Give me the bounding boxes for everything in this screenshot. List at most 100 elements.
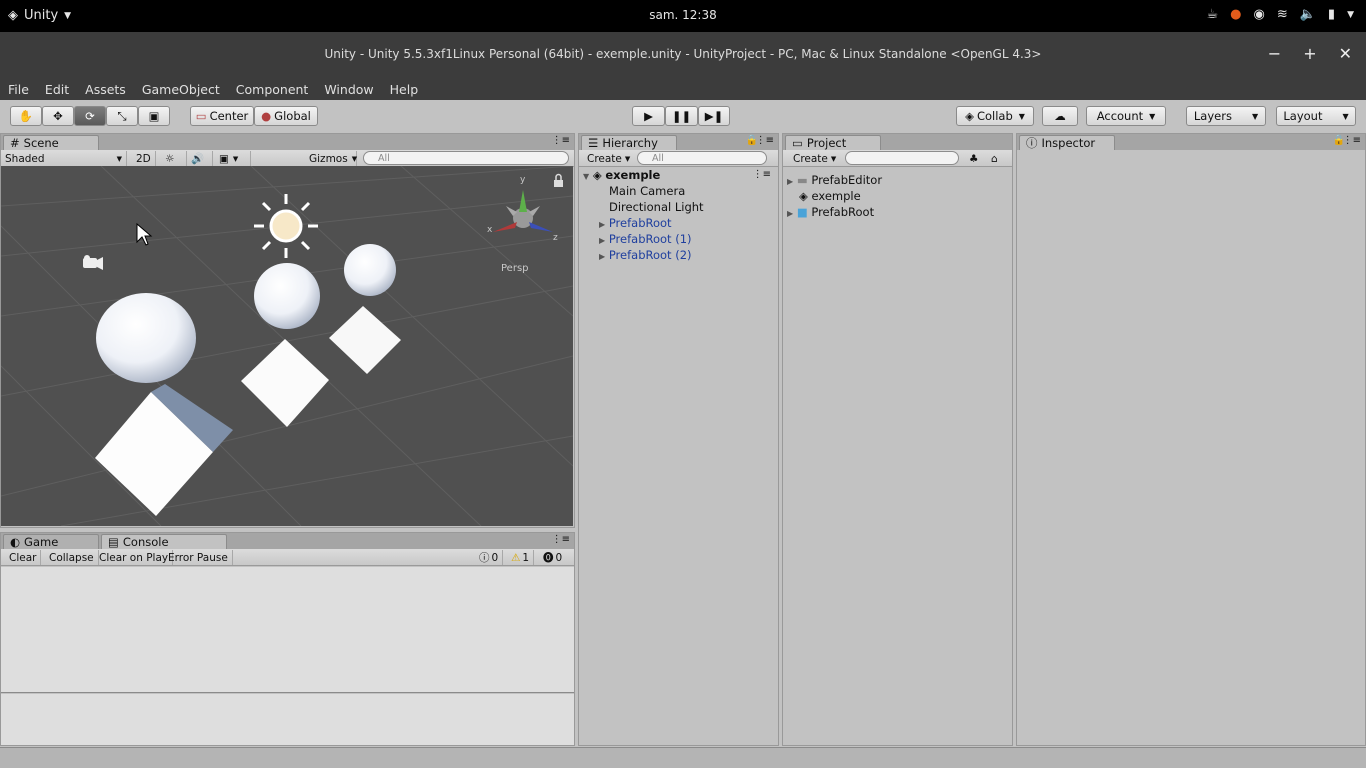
sphere-object[interactable] <box>96 293 196 383</box>
account-dropdown[interactable]: Account ▼ <box>1086 106 1166 126</box>
orientation-gizmo[interactable]: y x z Persp <box>487 175 558 274</box>
sphere-object[interactable] <box>254 263 320 329</box>
panel-menu-icon[interactable]: ⋮≡ <box>552 534 570 545</box>
console-log-area[interactable] <box>1 567 574 693</box>
expand-arrow-icon[interactable]: ▶ <box>599 236 605 245</box>
clear-button[interactable]: Clear <box>5 550 42 565</box>
clear-on-play-button[interactable]: Clear on Play <box>95 550 174 565</box>
gizmos-dropdown[interactable]: Gizmos ▼ <box>305 151 357 166</box>
record-icon[interactable]: ◉ <box>1253 7 1264 22</box>
hierarchy-create-dropdown[interactable]: Create ▼ <box>583 151 634 166</box>
filter-by-label-button[interactable]: ⌂ <box>987 151 1002 166</box>
hierarchy-item[interactable]: Directional Light <box>609 199 704 215</box>
menu-assets[interactable]: Assets <box>85 82 126 97</box>
battery-icon[interactable]: ▮ <box>1328 7 1335 22</box>
expand-arrow-icon[interactable]: ▶ <box>787 209 793 218</box>
menu-help[interactable]: Help <box>390 82 419 97</box>
tab-inspector[interactable]: ⓘ Inspector <box>1019 135 1115 150</box>
cloud-button[interactable]: ☁ <box>1042 106 1078 126</box>
tab-scene[interactable]: # Scene <box>3 135 99 150</box>
maximize-icon[interactable]: + <box>1303 44 1316 63</box>
filter-by-type-button[interactable]: ♣ <box>965 151 982 166</box>
menu-edit[interactable]: Edit <box>45 82 69 97</box>
pivot-center-button[interactable]: ▭ Center <box>190 106 254 126</box>
wifi-icon[interactable]: ≋ <box>1277 7 1288 22</box>
scene-search-input[interactable]: All <box>363 151 569 165</box>
hierarchy-item[interactable]: ▶ PrefabRoot (1) <box>599 231 692 247</box>
step-button[interactable]: ▶❚ <box>698 106 730 126</box>
sphere-object[interactable] <box>344 244 396 296</box>
warning-filter-toggle[interactable]: ⚠ 1 <box>507 550 535 565</box>
project-item[interactable]: ◈ exemple <box>799 188 861 204</box>
project-create-dropdown[interactable]: Create ▼ <box>789 151 840 166</box>
move-icon: ✥ <box>53 109 63 123</box>
hierarchy-search-input[interactable]: All <box>637 151 767 165</box>
tab-console[interactable]: ▤ Console <box>101 534 227 549</box>
system-tray[interactable]: ☕ ● ◉ ≋ 🔈 ▮ ▼ <box>1206 7 1354 22</box>
error-pause-button[interactable]: Error Pause <box>164 550 233 565</box>
hand-tool-button[interactable]: ✋ <box>10 106 42 126</box>
pause-icon: ❚❚ <box>671 109 692 123</box>
shading-dropdown[interactable]: Shaded ▼ <box>1 151 127 166</box>
close-icon[interactable]: ✕ <box>1339 44 1352 63</box>
effects-dropdown[interactable]: ▣ ▼ <box>215 151 251 166</box>
volume-icon[interactable]: 🔈 <box>1300 7 1316 22</box>
layers-dropdown[interactable]: Layers ▼ <box>1186 106 1266 126</box>
error-filter-toggle[interactable]: ⓿0 <box>539 550 566 565</box>
lock-icon[interactable] <box>554 173 563 188</box>
tab-hierarchy[interactable]: ☰ Hierarchy <box>581 135 677 150</box>
collapse-button[interactable]: Collapse <box>45 550 99 565</box>
hierarchy-item[interactable]: ▶ PrefabRoot <box>599 215 672 231</box>
scene-root-row[interactable]: ▼ ◈ exemple ⋮≡ <box>583 167 777 183</box>
menu-component[interactable]: Component <box>236 82 309 97</box>
info-filter-toggle[interactable]: ⓘ 0 <box>475 550 504 565</box>
camera-gizmo-icon[interactable] <box>83 255 103 270</box>
collab-dropdown[interactable]: ◈ Collab ▼ <box>956 106 1034 126</box>
rotate-tool-button[interactable]: ⟳ <box>74 106 106 126</box>
audio-toggle[interactable]: 🔊 <box>187 151 213 166</box>
hierarchy-item[interactable]: ▶ PrefabRoot (2) <box>599 247 692 263</box>
play-button[interactable]: ▶ <box>632 106 665 126</box>
expand-arrow-icon[interactable]: ▶ <box>599 220 605 229</box>
scene-canvas[interactable]: y x z Persp <box>1 166 573 526</box>
minimize-icon[interactable]: − <box>1268 44 1281 63</box>
scene-viewport[interactable]: y x z Persp <box>1 166 573 526</box>
coffee-icon[interactable]: ☕ <box>1206 7 1218 22</box>
menu-file[interactable]: File <box>8 82 29 97</box>
hierarchy-item[interactable]: Main Camera <box>609 183 685 199</box>
cube-object[interactable] <box>241 339 329 427</box>
tab-game[interactable]: ◐ Game <box>3 534 99 549</box>
console-detail-area[interactable] <box>1 694 574 745</box>
panel-menu-icon[interactable]: ⋮≡ <box>756 135 774 146</box>
scale-tool-button[interactable]: ⤡ <box>106 106 138 126</box>
menu-window[interactable]: Window <box>324 82 373 97</box>
expand-arrow-icon[interactable]: ▶ <box>787 177 793 186</box>
menu-gameobject[interactable]: GameObject <box>142 82 220 97</box>
pause-button[interactable]: ❚❚ <box>665 106 698 126</box>
cube-object[interactable] <box>329 306 401 374</box>
row-menu-icon[interactable]: ⋮≡ <box>753 167 771 183</box>
project-item[interactable]: ▶ ▬ PrefabEditor <box>787 172 882 188</box>
tab-project[interactable]: ▭ Project <box>785 135 881 150</box>
pivot-global-button[interactable]: ● Global <box>254 106 318 126</box>
2d-toggle[interactable]: 2D <box>132 151 156 166</box>
error-pause-label: Error Pause <box>168 551 228 564</box>
notification-dot-icon[interactable]: ● <box>1230 7 1241 22</box>
panel-menu-icon[interactable]: ⋮≡ <box>1343 135 1361 146</box>
lighting-toggle[interactable]: ☼ <box>161 151 187 166</box>
collab-icon: ◈ <box>965 109 974 123</box>
light-gizmo-icon[interactable] <box>254 194 318 258</box>
move-tool-button[interactable]: ✥ <box>42 106 74 126</box>
project-search-input[interactable] <box>845 151 959 165</box>
chevron-down-icon[interactable]: ▼ <box>1347 10 1354 20</box>
project-item[interactable]: ▶ ■ PrefabRoot <box>787 204 874 220</box>
rect-tool-button[interactable]: ▣ <box>138 106 170 126</box>
folder-icon: ▭ <box>792 136 803 150</box>
expand-arrow-icon[interactable]: ▼ <box>583 172 589 181</box>
project-tab-label: Project <box>806 136 847 150</box>
layout-dropdown[interactable]: Layout ▼ <box>1276 106 1356 126</box>
expand-arrow-icon[interactable]: ▶ <box>599 252 605 261</box>
project-item-label: exemple <box>811 189 861 203</box>
panel-menu-icon[interactable]: ⋮≡ <box>552 135 570 146</box>
clock[interactable]: sam. 12:38 <box>0 8 1366 22</box>
